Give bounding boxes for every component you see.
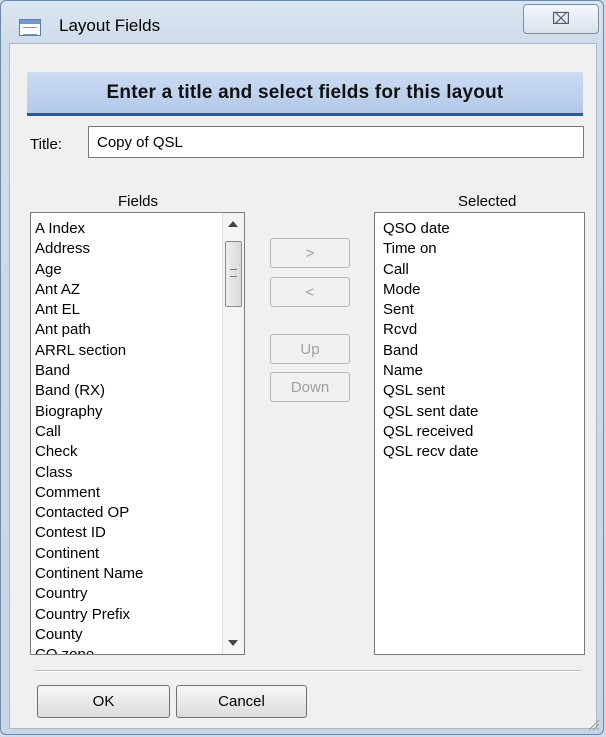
field-list-item[interactable]: Ant path (35, 320, 143, 340)
field-list-item[interactable]: Country Prefix (35, 605, 143, 625)
move-down-button[interactable]: Down (270, 372, 350, 402)
field-list-item[interactable]: Call (35, 422, 143, 442)
field-list-item[interactable]: Address (35, 239, 143, 259)
selected-items: QSO date Time on Call Mode Sent Rcvd Band Name Q… (383, 219, 478, 463)
selected-list-item[interactable]: Rcvd (383, 320, 478, 340)
field-list-item[interactable]: Class (35, 463, 143, 483)
fields-scrollbar[interactable] (222, 213, 244, 654)
selected-listbox[interactable]: QSO date Time on Call Mode Sent Rcvd Band Name Q… (374, 212, 585, 655)
separator-line (35, 670, 581, 672)
field-list-item[interactable]: Contacted OP (35, 503, 143, 523)
move-up-button[interactable]: Up (270, 334, 350, 364)
ok-button[interactable]: OK (37, 685, 170, 718)
window-title: Layout Fields (59, 16, 161, 35)
selected-list-item[interactable]: Name (383, 361, 478, 381)
field-list-item[interactable]: Country (35, 584, 143, 604)
field-list-item[interactable]: Continent Name (35, 564, 143, 584)
close-button[interactable]: ⌧ (523, 4, 599, 34)
field-list-item[interactable]: Band (RX) (35, 381, 143, 401)
field-list-item[interactable]: Check (35, 442, 143, 462)
selected-list-item[interactable]: QSL received (383, 422, 478, 442)
title-label: Title: (30, 136, 62, 153)
selected-list-item[interactable]: Sent (383, 300, 478, 320)
instruction-text: Enter a title and select fields for this… (106, 81, 504, 103)
selected-list-item[interactable]: Band (383, 341, 478, 361)
selected-list-item[interactable]: QSL sent (383, 381, 478, 401)
scroll-up-arrow-icon[interactable] (228, 221, 238, 227)
fields-label: Fields (118, 193, 159, 210)
close-icon: ⌧ (551, 11, 571, 28)
layout-window-icon (19, 19, 41, 36)
selected-list-item[interactable]: QSL sent date (383, 402, 478, 422)
field-list-item[interactable]: Biography (35, 402, 143, 422)
field-list-item[interactable]: Band (35, 361, 143, 381)
field-list-item[interactable]: A Index (35, 219, 143, 239)
fields-listbox[interactable]: A Index Address Age Ant AZ Ant EL Ant path ARR… (30, 212, 245, 655)
field-list-item[interactable]: CQ zone (35, 645, 143, 654)
add-field-button[interactable]: > (270, 238, 350, 268)
field-list-item[interactable]: Contest ID (35, 523, 143, 543)
instruction-banner: Enter a title and select fields for this… (27, 72, 583, 116)
field-list-item[interactable]: ARRL section (35, 341, 143, 361)
field-list-item[interactable]: County (35, 625, 143, 645)
scrollbar-thumb[interactable] (225, 241, 242, 307)
selected-list-item[interactable]: QSL recv date (383, 442, 478, 462)
title-input[interactable] (88, 126, 584, 158)
field-list-item[interactable]: Ant EL (35, 300, 143, 320)
title-bar[interactable]: Layout Fields ⌧ (1, 1, 603, 43)
remove-field-button[interactable]: < (270, 277, 350, 307)
resize-grip-icon[interactable] (586, 717, 600, 731)
field-list-item[interactable]: Continent (35, 544, 143, 564)
selected-list-item[interactable]: Time on (383, 239, 478, 259)
selected-list-item[interactable]: Mode (383, 280, 478, 300)
field-list-item[interactable]: Ant AZ (35, 280, 143, 300)
scroll-down-arrow-icon[interactable] (228, 640, 238, 646)
cancel-button[interactable]: Cancel (176, 685, 307, 718)
selected-label: Selected (458, 193, 517, 210)
selected-list-item[interactable]: QSO date (383, 219, 478, 239)
field-list-item[interactable]: Age (35, 260, 143, 280)
field-list-item[interactable]: Comment (35, 483, 143, 503)
fields-items: A Index Address Age Ant AZ Ant EL Ant path ARR… (35, 219, 143, 654)
selected-list-item[interactable]: Call (383, 260, 478, 280)
